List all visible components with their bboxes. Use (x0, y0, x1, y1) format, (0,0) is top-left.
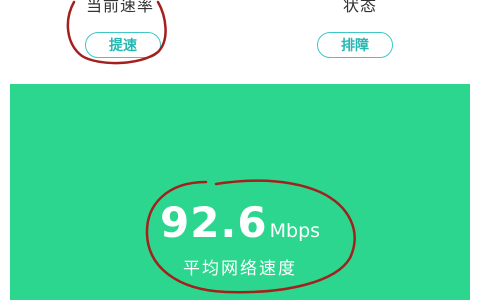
current-rate-section: 当前速率 提速 (0, 0, 240, 84)
average-speed-panel: 92.6 Mbps 平均网络速度 (10, 84, 470, 300)
speed-screen: 当前速率 提速 状态 排障 92.6 Mbps 平均网络速度 (0, 0, 480, 300)
current-rate-label: 当前速率 (85, 0, 154, 15)
status-section: 状态 排障 (240, 0, 480, 84)
troubleshoot-button[interactable]: 排障 (317, 32, 393, 58)
status-label: 状态 (342, 0, 377, 15)
speed-readout: 92.6 Mbps (10, 198, 470, 247)
speed-value: 92.6 (159, 198, 268, 247)
status-card: 当前速率 提速 状态 排障 (0, 0, 480, 84)
speed-up-button[interactable]: 提速 (85, 32, 161, 58)
speed-caption: 平均网络速度 (183, 259, 297, 279)
speed-unit: Mbps (269, 220, 321, 242)
